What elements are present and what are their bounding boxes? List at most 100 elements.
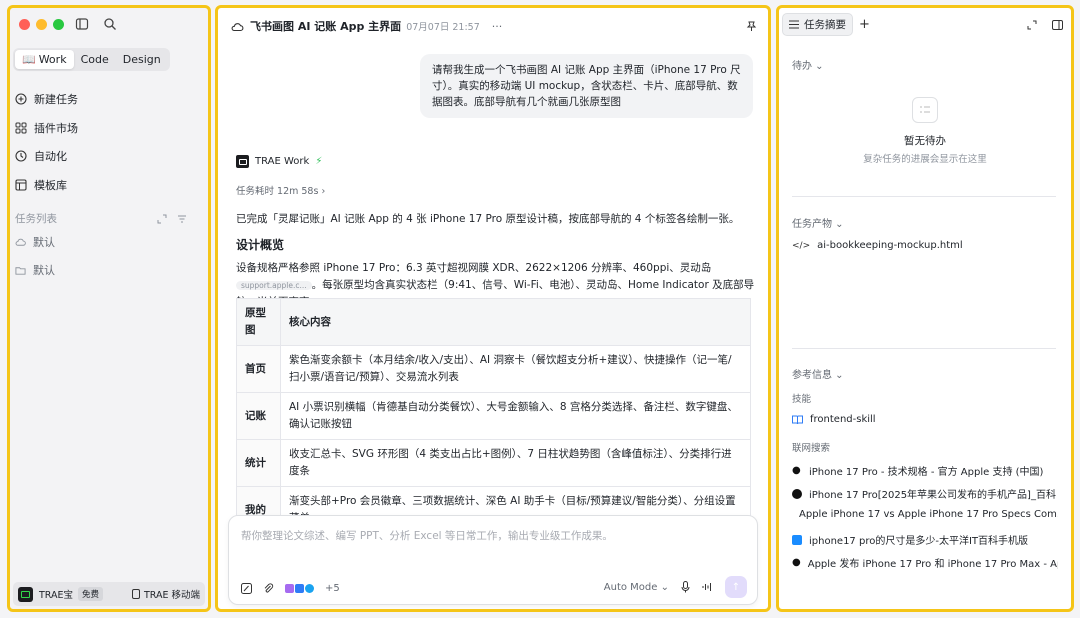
mode-selector[interactable]: Auto Mode ⌄ xyxy=(604,582,669,593)
chat-title: 飞书画图 AI 记账 App 主界面 xyxy=(250,20,402,33)
microphone-icon[interactable] xyxy=(681,581,690,593)
divider xyxy=(792,196,1056,197)
cloud-icon xyxy=(15,238,26,246)
composer-right-tools: Auto Mode ⌄ ↑ xyxy=(604,576,747,598)
table-row: 记账 AI 小票识别横幅（肯德基自动分类餐饮）、大号金额输入、8 宫格分类选择、… xyxy=(236,392,751,440)
web-result[interactable]: Apple iPhone 17 vs Apple iPhone 17 Pro S… xyxy=(792,509,1058,520)
cloud-icon xyxy=(231,22,244,31)
summary-panel: 任务摘要 + 待办 ⌄ 暂无待办 复杂任务的进展会显示在这里 任务产物 ⌄ </… xyxy=(776,5,1074,612)
mode-code-tab[interactable]: Code xyxy=(74,50,116,69)
window-controls xyxy=(19,19,64,30)
section-heading: 设计概览 xyxy=(236,238,285,252)
web-result[interactable]: iPhone 17 Pro[2025年苹果公司发布的手机产品]_百科 xyxy=(792,486,1058,501)
list-icon xyxy=(789,20,799,29)
baike-icon xyxy=(792,488,802,499)
plugin-icons[interactable] xyxy=(285,584,314,593)
expand-icon[interactable] xyxy=(157,214,167,224)
account-name[interactable]: TRAE宝 xyxy=(39,587,73,601)
plan-badge: 免费 xyxy=(78,587,104,601)
attachment-icon[interactable] xyxy=(263,583,274,594)
more-menu-button[interactable]: ··· xyxy=(492,20,503,33)
chevron-down-icon: ⌄ xyxy=(660,581,669,593)
lightning-icon: ⚡ xyxy=(315,156,323,167)
sidebar: 📖 Work Code Design 新建任务 插件市场 自动化 模板库 任务列表 xyxy=(7,5,211,612)
empty-list-icon xyxy=(912,97,938,123)
send-button[interactable]: ↑ xyxy=(725,576,747,598)
account-bar: TRAE宝 免费 TRAE 移动端 xyxy=(13,582,205,606)
web-result[interactable]: iphone17 pro的尺寸是多少-太平洋IT百科手机版 xyxy=(792,532,1058,547)
search-icon[interactable] xyxy=(103,17,117,31)
plugin-icon xyxy=(15,122,27,134)
task-item[interactable]: 默认 xyxy=(15,262,55,278)
web-result[interactable]: ● Apple 发布 iPhone 17 Pro 和 iPhone 17 Pro… xyxy=(792,555,1058,570)
artifacts-section-toggle[interactable]: 任务产物 ⌄ xyxy=(792,215,844,230)
more-plugins-count[interactable]: +5 xyxy=(325,583,340,594)
chat-date: 07月07日 21:57 xyxy=(406,22,480,33)
image-plugin-icon xyxy=(285,584,294,593)
close-window-button[interactable] xyxy=(19,19,30,30)
maximize-window-button[interactable] xyxy=(53,19,64,30)
artifact-file[interactable]: </> ai-bookkeeping-mockup.html xyxy=(792,240,1058,251)
filter-icon[interactable] xyxy=(177,214,187,224)
edit-icon[interactable] xyxy=(241,583,252,594)
book-icon xyxy=(792,415,803,424)
web-search-label: 联网搜索 xyxy=(792,443,831,454)
trae-logo-icon xyxy=(236,155,249,168)
chat-panel: 飞书画图 AI 记账 App 主界面 07月07日 21:57 ··· 请帮我生… xyxy=(215,5,771,612)
source-chip[interactable]: support.apple.c... xyxy=(236,281,312,290)
app-window: 📖 Work Code Design 新建任务 插件市场 自动化 模板库 任务列表 xyxy=(0,0,1080,618)
task-item[interactable]: 默认 xyxy=(15,234,55,250)
refs-section-toggle[interactable]: 参考信息 ⌄ xyxy=(792,366,844,381)
sidebar-item-templates[interactable]: 模板库 xyxy=(15,177,67,193)
fullscreen-icon[interactable] xyxy=(1027,20,1037,30)
todo-section-toggle[interactable]: 待办 ⌄ xyxy=(792,57,824,72)
bird-plugin-icon xyxy=(295,584,304,593)
empty-title: 暂无待办 xyxy=(904,135,946,147)
pin-icon[interactable] xyxy=(746,21,757,32)
template-icon xyxy=(15,179,27,191)
globe-plugin-icon xyxy=(305,584,314,593)
composer-input[interactable]: 帮你整理论文综述、编写 PPT、分析 Excel 等日常工作，输出专业级工作成果… xyxy=(241,528,613,543)
clock-icon xyxy=(15,150,27,162)
web-result[interactable]: ● iPhone 17 Pro - 技术规格 - 官方 Apple 支持 (中国… xyxy=(792,463,1058,478)
plus-circle-icon xyxy=(15,93,27,105)
voice-wave-icon[interactable] xyxy=(702,582,713,592)
sidebar-item-automation[interactable]: 自动化 xyxy=(15,148,67,164)
apple-icon: ● xyxy=(792,557,801,568)
mode-design-tab[interactable]: Design xyxy=(116,50,168,69)
composer-tools: +5 xyxy=(241,583,340,594)
elapsed-time[interactable]: 任务耗时 12m 58s › xyxy=(236,183,325,197)
table-row: 首页 紫色渐变余额卡（本月结余/收入/支出）、AI 洞察卡（餐饮超支分析+建议）… xyxy=(236,345,751,393)
mode-work-tab[interactable]: 📖 Work xyxy=(15,50,74,69)
summary-text: 已完成「灵犀记账」AI 记账 App 的 4 张 iPhone 17 Pro 原… xyxy=(236,213,740,225)
divider xyxy=(792,348,1056,349)
mode-switcher: 📖 Work Code Design xyxy=(13,48,170,71)
table-header-row: 原型图 核心内容 xyxy=(236,298,751,346)
sidebar-item-plugins[interactable]: 插件市场 xyxy=(15,120,78,136)
tab-task-summary[interactable]: 任务摘要 xyxy=(782,13,853,36)
trae-logo-icon xyxy=(18,586,33,602)
panel-toggle-icon[interactable] xyxy=(1052,20,1063,30)
chat-header: 飞书画图 AI 记账 App 主界面 07月07日 21:57 ··· xyxy=(231,18,757,34)
minimize-window-button[interactable] xyxy=(36,19,47,30)
phone-icon xyxy=(131,589,140,599)
pconline-icon xyxy=(792,534,802,545)
overview-table: 原型图 核心内容 首页 紫色渐变余额卡（本月结余/收入/支出）、AI 洞察卡（餐… xyxy=(236,298,751,534)
task-list-header: 任务列表 xyxy=(15,211,187,226)
add-tab-button[interactable]: + xyxy=(859,17,870,32)
skill-item[interactable]: frontend-skill xyxy=(792,414,1058,425)
agent-header: TRAE Work ⚡ xyxy=(236,155,322,168)
user-message: 请帮我生成一个飞书画图 AI 记账 App 主界面（iPhone 17 Pro … xyxy=(420,54,753,118)
folder-icon xyxy=(15,266,26,275)
sidebar-toggle-icon[interactable] xyxy=(75,17,89,31)
checklist-icon xyxy=(920,106,930,113)
table-row: 统计 收支汇总卡、SVG 环形图（4 类支出占比+图例）、7 日柱状趋势图（含峰… xyxy=(236,439,751,487)
book-icon: 📖 xyxy=(22,53,36,66)
arrow-up-icon: ↑ xyxy=(731,581,741,593)
sidebar-item-new-task[interactable]: 新建任务 xyxy=(15,91,78,107)
mobile-app-button[interactable]: TRAE 移动端 xyxy=(131,587,200,601)
skills-label: 技能 xyxy=(792,394,812,405)
empty-subtitle: 复杂任务的进展会显示在这里 xyxy=(863,154,987,165)
apple-icon: ● xyxy=(792,465,801,476)
message-composer[interactable]: 帮你整理论文综述、编写 PPT、分析 Excel 等日常工作，输出专业级工作成果… xyxy=(228,515,758,605)
